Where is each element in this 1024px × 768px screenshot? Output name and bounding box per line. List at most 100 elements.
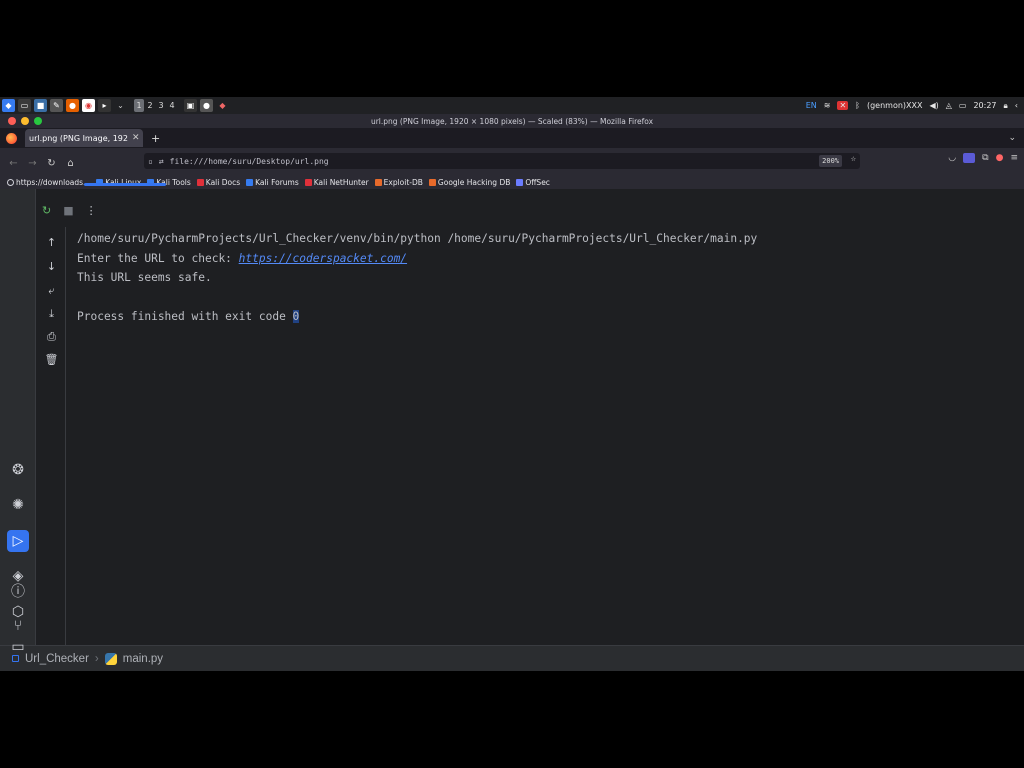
rerun-icon[interactable]: ↻ [42,204,51,217]
wifi-icon[interactable]: ≋ [824,101,831,110]
console-command-line: /home/suru/PycharmProjects/Url_Checker/v… [77,232,758,245]
chrome-launcher-icon[interactable]: ◉ [82,99,95,112]
page-file-icon: ▫ [148,156,153,166]
terminal-icon[interactable]: ▸ [98,99,111,112]
terminal-launcher-icon[interactable]: ▭ [18,99,31,112]
run-play-icon[interactable]: ▷ [7,530,29,552]
console-output[interactable]: /home/suru/PycharmProjects/Url_Checker/v… [77,229,757,327]
system-taskbar: ◆ ▭ ■ ✎ ● ◉ ▸ ⌄ 1 2 3 4 ▣ ● ◆ EN ≋ ✕ ᛒ (… [0,97,1024,114]
window-firefox-icon[interactable]: ● [200,99,213,112]
scroll-down-arrow-icon[interactable]: ↓ [44,259,59,274]
screen-frame: ◆ ▭ ■ ✎ ● ◉ ▸ ⌄ 1 2 3 4 ▣ ● ◆ EN ≋ ✕ ᛒ (… [0,97,1024,671]
tab-title: url.png (PNG Image, 192 [29,133,128,143]
workspace-switcher: 1 2 3 4 [134,99,177,112]
debug-bug-icon[interactable]: ✺ [7,494,29,516]
bookmark-star-icon[interactable]: ☆ [851,154,856,164]
bookmark-offsec[interactable]: OffSec [516,178,550,187]
extension-badge-icon[interactable] [963,153,976,163]
bookmark-label: Kali Docs [205,177,241,187]
window-app-icon[interactable]: ◆ [216,99,229,112]
new-tab-button[interactable]: + [151,132,160,145]
exploit-db-icon [374,178,382,186]
menu-hamburger-icon[interactable]: ≡ [1010,153,1018,163]
forward-arrow-icon[interactable]: → [23,158,42,169]
breadcrumb-file[interactable]: main.py [123,653,163,665]
home-icon[interactable]: ⌂ [61,158,80,169]
pocket-icon[interactable]: ◡ [948,153,956,163]
keyboard-layout[interactable]: EN [806,101,817,110]
workspace-2[interactable]: 2 [145,99,155,112]
clock[interactable]: 20:27 [973,101,996,110]
lock-icon[interactable]: 🔒︎ [1004,101,1008,111]
problems-icon[interactable]: ⓘ [7,580,29,602]
run-toolbar: ↻ ■ ⋮ [36,199,1024,221]
breadcrumb-separator-icon: › [94,652,99,665]
console-input-link[interactable]: https://coderspacket.com/ [239,252,407,265]
nethunter-icon [304,178,312,186]
window-titlebar: url.png (PNG Image, 1920 × 1080 pixels) … [0,114,1024,128]
more-options-icon[interactable]: ⋮ [86,204,97,217]
scroll-up-arrow-icon[interactable]: ↑ [44,235,59,250]
close-window-button[interactable] [8,117,16,125]
kali-menu-icon[interactable]: ◆ [2,99,15,112]
bookmark-google-hacking-db[interactable]: Google Hacking DB [428,178,510,187]
terminal-tool-icon[interactable]: ▭ [7,636,29,658]
globe-icon [7,178,14,186]
git-branch-icon[interactable]: ⑂ [7,615,29,637]
soft-wrap-icon[interactable]: ⤶ [44,283,59,298]
account-icon[interactable]: ● [996,153,1004,163]
window-title: url.png (PNG Image, 1920 × 1080 pixels) … [370,116,654,126]
ghdb-icon [428,178,436,186]
scroll-to-end-icon[interactable]: ⤓ [44,306,59,321]
workspace-4[interactable]: 4 [167,99,177,112]
tab-url-png[interactable]: url.png (PNG Image, 192 ✕ [25,129,143,147]
chevron-left-icon[interactable]: ‹ [1015,101,1018,110]
loading-progress-bar [84,183,166,186]
permissions-icon[interactable]: ⇄ [159,157,164,166]
url-text[interactable]: file:///home/suru/Desktop/url.png [170,157,329,166]
bookmark-label: Kali NetHunter [313,177,369,187]
list-tabs-chevron-icon[interactable]: ⌄ [1008,133,1016,143]
exit-code: 0 [292,310,300,323]
back-arrow-icon[interactable]: ← [4,158,23,169]
bluetooth-icon[interactable]: ᛒ [855,101,860,110]
notification-bell-icon[interactable]: ◬ [946,101,952,110]
workspace-3[interactable]: 3 [156,99,166,112]
battery-icon[interactable]: ▭ [959,101,967,110]
python-console-icon[interactable]: ❂ [7,459,29,481]
offsec-icon [516,178,524,186]
image-viewer-content: ❂ ✺ ▷ ◈ ⬡ ▭ ↻ ■ ⋮ ↑ ↓ ⤶ ⤓ ⎙ 🗑︎ /home/sur [0,183,1024,671]
vpn-icon[interactable]: ✕ [837,101,849,110]
zoom-level[interactable]: 200% [819,155,842,167]
maximize-window-button[interactable] [34,117,42,125]
console-result-line: This URL seems safe. [77,271,212,284]
chevron-down-icon[interactable]: ⌄ [114,99,127,112]
file-manager-icon[interactable]: ■ [34,99,47,112]
genmon-label: (genmon)XXX [866,101,923,110]
bookmark-exploit-db[interactable]: Exploit-DB [374,178,423,187]
reload-icon[interactable]: ↻ [42,158,61,169]
workspace-1[interactable]: 1 [134,99,144,112]
python-file-icon [104,652,117,665]
run-tool-window: ↻ ■ ⋮ ↑ ↓ ⤶ ⤓ ⎙ 🗑︎ /home/suru/PycharmPro… [36,183,1024,645]
minimize-window-button[interactable] [21,117,29,125]
bookmark-kali-docs[interactable]: Kali Docs [196,177,241,187]
bookmarks-toolbar: https://downloads... Kali Linux Kali Too… [0,175,1024,189]
breadcrumb-project[interactable]: Url_Checker [25,653,89,665]
volume-icon[interactable]: ◀) [929,101,938,110]
stop-icon[interactable]: ■ [63,204,73,217]
url-bar[interactable]: ▫ ⇄ file:///home/suru/Desktop/url.png 20… [144,153,860,169]
bookmark-kali-forums[interactable]: Kali Forums [246,178,299,187]
print-icon[interactable]: ⎙ [44,329,59,344]
bookmark-kali-nethunter[interactable]: Kali NetHunter [304,177,369,187]
close-icon[interactable]: ✕ [132,133,140,143]
bookmark-downloads[interactable]: https://downloads... [7,178,90,187]
window-pycharm-icon[interactable]: ▣ [184,99,197,112]
extensions-puzzle-icon[interactable]: ⧉ [982,153,988,163]
text-editor-icon[interactable]: ✎ [50,99,63,112]
trash-icon[interactable]: 🗑︎ [44,352,59,367]
firefox-launcher-icon[interactable]: ● [66,99,79,112]
firefox-logo-icon[interactable] [6,132,17,144]
bookmark-label: OffSec [525,177,550,187]
